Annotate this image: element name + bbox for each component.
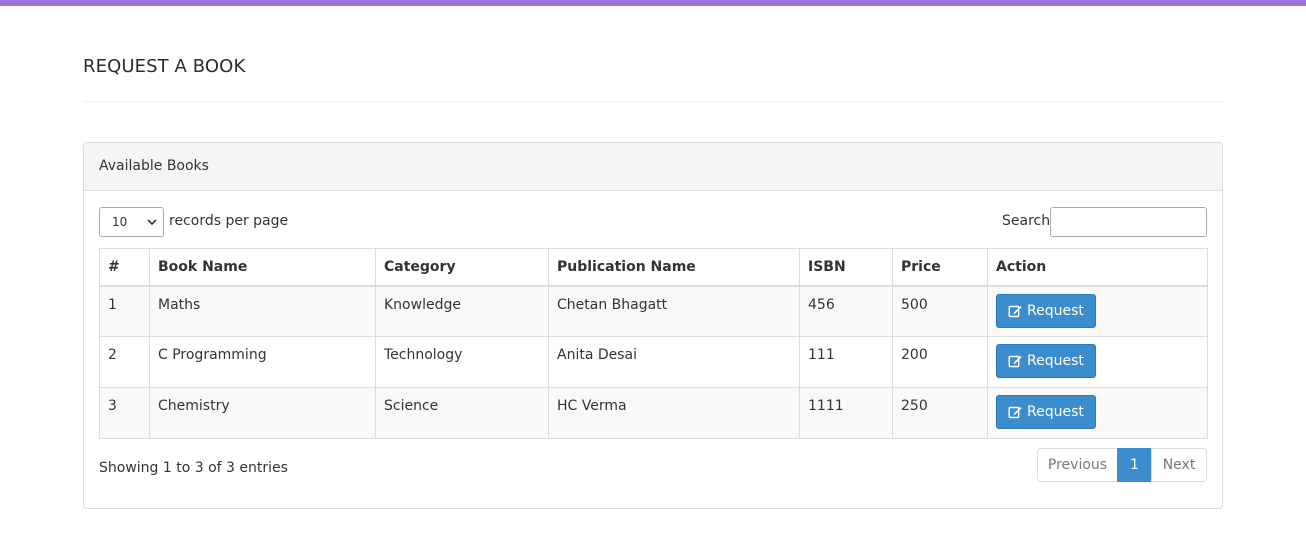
- cell-price: 250: [892, 387, 988, 439]
- cell-publication-name: Anita Desai: [548, 336, 800, 388]
- records-per-page-label: records per page: [169, 213, 289, 229]
- cell-action: Request: [987, 285, 1208, 337]
- top-accent-bar: [0, 0, 1306, 6]
- column-header-category[interactable]: Category: [375, 248, 549, 287]
- cell-category: Knowledge: [375, 285, 549, 337]
- cell-action: Request: [987, 336, 1208, 388]
- cell-isbn: 111: [799, 336, 893, 388]
- cell-isbn: 1111: [799, 387, 893, 439]
- request-button-label: Request: [1027, 353, 1084, 369]
- chevron-down-icon: [147, 219, 157, 226]
- cell-isbn: 456: [799, 285, 893, 337]
- entries-info: Showing 1 to 3 of 3 entries: [99, 460, 288, 476]
- page-title: REQUEST A BOOK: [83, 56, 246, 77]
- cell-price: 500: [892, 285, 988, 337]
- column-header-book-name[interactable]: Book Name: [149, 248, 376, 287]
- cell-category: Technology: [375, 336, 549, 388]
- table-header-row: # Book Name Category Publication Name IS…: [99, 248, 1208, 287]
- pagination-previous[interactable]: Previous: [1037, 448, 1118, 482]
- table-row: 2 C Programming Technology Anita Desai 1…: [99, 336, 1208, 388]
- records-per-page-value: 10: [112, 215, 128, 229]
- edit-icon: [1008, 305, 1022, 317]
- cell-category: Science: [375, 387, 549, 439]
- cell-number: 3: [99, 387, 150, 439]
- search-input[interactable]: [1050, 207, 1207, 237]
- cell-book-name: Maths: [149, 285, 376, 337]
- request-button[interactable]: Request: [996, 344, 1096, 378]
- edit-icon: [1008, 406, 1022, 419]
- cell-number: 2: [99, 336, 150, 388]
- pagination-page-current[interactable]: 1: [1117, 448, 1152, 482]
- books-table: # Book Name Category Publication Name IS…: [99, 248, 1208, 439]
- cell-book-name: Chemistry: [149, 387, 376, 439]
- request-button-label: Request: [1027, 302, 1084, 319]
- cell-price: 200: [892, 336, 988, 388]
- pagination-next[interactable]: Next: [1151, 448, 1207, 482]
- cell-book-name: C Programming: [149, 336, 376, 388]
- cell-publication-name: Chetan Bhagatt: [548, 285, 800, 337]
- cell-publication-name: HC Verma: [548, 387, 800, 439]
- available-books-panel: Available Books 10 records per page Sear…: [83, 142, 1223, 509]
- column-header-isbn[interactable]: ISBN: [799, 248, 893, 287]
- request-button[interactable]: Request: [996, 395, 1096, 429]
- title-divider: [83, 101, 1223, 102]
- cell-action: Request: [987, 387, 1208, 439]
- records-per-page-select[interactable]: 10: [99, 207, 164, 237]
- column-header-price[interactable]: Price: [892, 248, 988, 287]
- column-header-action[interactable]: Action: [987, 248, 1208, 287]
- column-header-number[interactable]: #: [99, 248, 150, 287]
- request-button-label: Request: [1027, 404, 1084, 420]
- panel-heading: Available Books: [84, 143, 1222, 191]
- search-label: Search:: [1002, 213, 1055, 229]
- column-header-publication-name[interactable]: Publication Name: [548, 248, 800, 287]
- pagination: Previous 1 Next: [1037, 448, 1207, 482]
- edit-icon: [1008, 355, 1022, 368]
- table-row: 3 Chemistry Science HC Verma 1111 250 Re…: [99, 387, 1208, 439]
- request-button[interactable]: Request: [996, 293, 1096, 328]
- cell-number: 1: [99, 285, 150, 337]
- table-row: 1 Maths Knowledge Chetan Bhagatt 456 500…: [99, 285, 1208, 337]
